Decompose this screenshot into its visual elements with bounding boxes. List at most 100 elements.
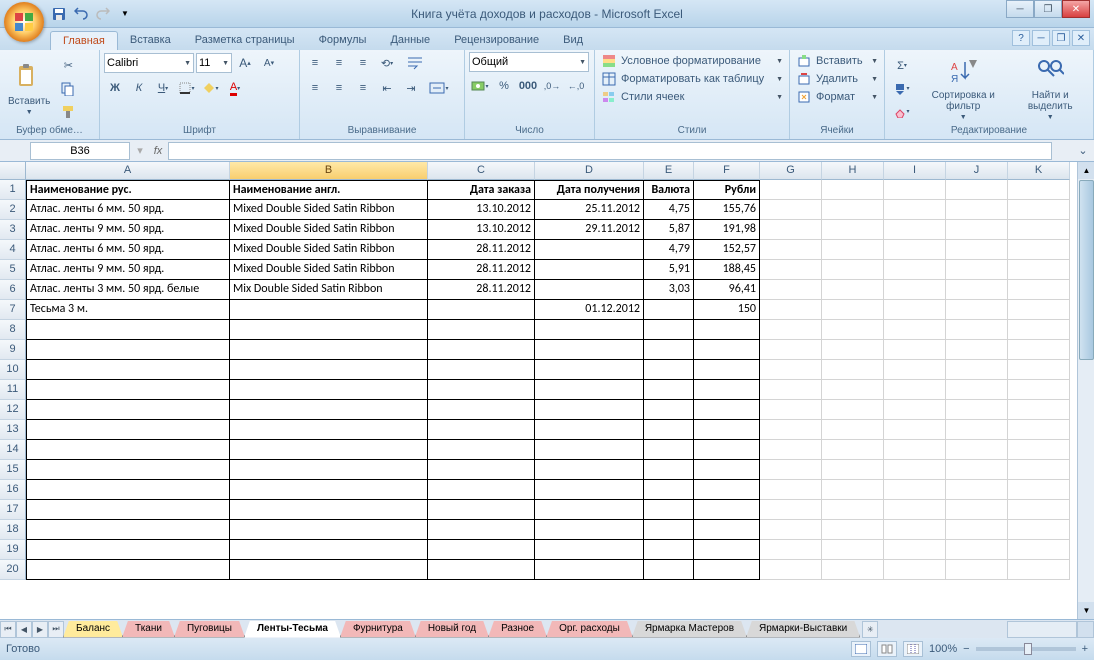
- paste-button[interactable]: Вставить ▼: [4, 60, 54, 118]
- cell-K8[interactable]: [1008, 320, 1070, 340]
- cell-D4[interactable]: [535, 240, 644, 260]
- cell-G18[interactable]: [760, 520, 822, 540]
- sheet-tab-5[interactable]: Новый год: [415, 621, 489, 638]
- cell-F6[interactable]: 96,41: [694, 280, 760, 300]
- align-middle-icon[interactable]: ≡: [328, 52, 350, 74]
- cell-B11[interactable]: [230, 380, 428, 400]
- cell-B20[interactable]: [230, 560, 428, 580]
- cell-H4[interactable]: [822, 240, 884, 260]
- cell-F8[interactable]: [694, 320, 760, 340]
- cell-K11[interactable]: [1008, 380, 1070, 400]
- autosum-icon[interactable]: Σ▾: [889, 55, 915, 77]
- cell-G3[interactable]: [760, 220, 822, 240]
- orientation-icon[interactable]: ⟲▾: [376, 52, 398, 74]
- row-header-11[interactable]: 11: [0, 380, 26, 400]
- sheet-tab-3[interactable]: Ленты-Тесьма: [244, 621, 341, 638]
- cell-A15[interactable]: [26, 460, 230, 480]
- sheet-tab-9[interactable]: Ярмарки-Выставки: [746, 621, 860, 638]
- column-header-G[interactable]: G: [760, 162, 822, 180]
- ribbon-tab-2[interactable]: Разметка страницы: [183, 31, 307, 50]
- name-box[interactable]: [30, 142, 130, 160]
- cell-A5[interactable]: Атлас. ленты 9 мм. 50 ярд.: [26, 260, 230, 280]
- cell-J8[interactable]: [946, 320, 1008, 340]
- zoom-slider[interactable]: [976, 647, 1076, 651]
- cell-E18[interactable]: [644, 520, 694, 540]
- cell-J5[interactable]: [946, 260, 1008, 280]
- row-header-17[interactable]: 17: [0, 500, 26, 520]
- cell-I7[interactable]: [884, 300, 946, 320]
- cell-G12[interactable]: [760, 400, 822, 420]
- cell-E13[interactable]: [644, 420, 694, 440]
- expand-formula-bar-icon[interactable]: ⌄: [1072, 140, 1094, 162]
- cell-K1[interactable]: [1008, 180, 1070, 200]
- cell-E1[interactable]: Валюта: [644, 180, 694, 200]
- formula-input[interactable]: [168, 142, 1052, 160]
- row-header-10[interactable]: 10: [0, 360, 26, 380]
- cell-D2[interactable]: 25.11.2012: [535, 200, 644, 220]
- cell-B1[interactable]: Наименование англ.: [230, 180, 428, 200]
- cell-A10[interactable]: [26, 360, 230, 380]
- cell-G13[interactable]: [760, 420, 822, 440]
- number-format-select[interactable]: Общий▼: [469, 52, 589, 72]
- cell-I19[interactable]: [884, 540, 946, 560]
- cell-A6[interactable]: Атлас. ленты 3 мм. 50 ярд. белые: [26, 280, 230, 300]
- cell-F4[interactable]: 152,57: [694, 240, 760, 260]
- cell-I5[interactable]: [884, 260, 946, 280]
- cell-A19[interactable]: [26, 540, 230, 560]
- help-icon[interactable]: ?: [1012, 30, 1030, 46]
- cell-J11[interactable]: [946, 380, 1008, 400]
- fill-icon[interactable]: ▾: [889, 78, 915, 100]
- row-header-9[interactable]: 9: [0, 340, 26, 360]
- vertical-scrollbar[interactable]: ▲ ▼: [1077, 162, 1094, 619]
- cell-F15[interactable]: [694, 460, 760, 480]
- zoom-in-icon[interactable]: +: [1082, 643, 1088, 655]
- cell-G14[interactable]: [760, 440, 822, 460]
- cell-J20[interactable]: [946, 560, 1008, 580]
- column-header-C[interactable]: C: [428, 162, 535, 180]
- sheet-tab-0[interactable]: Баланс: [63, 621, 123, 638]
- cell-C8[interactable]: [428, 320, 535, 340]
- close-workbook-icon[interactable]: ✕: [1072, 30, 1090, 46]
- cell-E8[interactable]: [644, 320, 694, 340]
- fill-color-icon[interactable]: ▾: [200, 77, 222, 99]
- underline-icon[interactable]: Ч▾: [152, 77, 174, 99]
- cell-E12[interactable]: [644, 400, 694, 420]
- cell-C15[interactable]: [428, 460, 535, 480]
- cell-B3[interactable]: Mixed Double Sided Satin Ribbon: [230, 220, 428, 240]
- cell-D5[interactable]: [535, 260, 644, 280]
- cell-H9[interactable]: [822, 340, 884, 360]
- cell-J1[interactable]: [946, 180, 1008, 200]
- cell-A9[interactable]: [26, 340, 230, 360]
- cell-A2[interactable]: Атлас. ленты 6 мм. 50 ярд.: [26, 200, 230, 220]
- cell-J18[interactable]: [946, 520, 1008, 540]
- cell-A17[interactable]: [26, 500, 230, 520]
- cell-J15[interactable]: [946, 460, 1008, 480]
- restore-window-icon[interactable]: ❐: [1052, 30, 1070, 46]
- cell-J16[interactable]: [946, 480, 1008, 500]
- cell-I6[interactable]: [884, 280, 946, 300]
- row-header-7[interactable]: 7: [0, 300, 26, 320]
- cell-D15[interactable]: [535, 460, 644, 480]
- scroll-down-icon[interactable]: ▼: [1078, 602, 1094, 619]
- cell-D8[interactable]: [535, 320, 644, 340]
- cell-E4[interactable]: 4,79: [644, 240, 694, 260]
- cell-G7[interactable]: [760, 300, 822, 320]
- scroll-thumb[interactable]: [1079, 180, 1094, 360]
- cell-E16[interactable]: [644, 480, 694, 500]
- align-right-icon[interactable]: ≡: [352, 77, 374, 99]
- cell-F16[interactable]: [694, 480, 760, 500]
- horizontal-scrollbar[interactable]: [1007, 621, 1077, 638]
- cell-E19[interactable]: [644, 540, 694, 560]
- cell-A13[interactable]: [26, 420, 230, 440]
- clear-icon[interactable]: ▾: [889, 101, 915, 123]
- copy-icon[interactable]: [57, 78, 79, 100]
- cell-H20[interactable]: [822, 560, 884, 580]
- cell-K9[interactable]: [1008, 340, 1070, 360]
- cell-J7[interactable]: [946, 300, 1008, 320]
- cell-F13[interactable]: [694, 420, 760, 440]
- sheet-tab-4[interactable]: Фурнитура: [340, 621, 416, 638]
- cell-B7[interactable]: [230, 300, 428, 320]
- percent-icon[interactable]: %: [493, 75, 515, 97]
- cell-G4[interactable]: [760, 240, 822, 260]
- ribbon-tab-3[interactable]: Формулы: [307, 31, 379, 50]
